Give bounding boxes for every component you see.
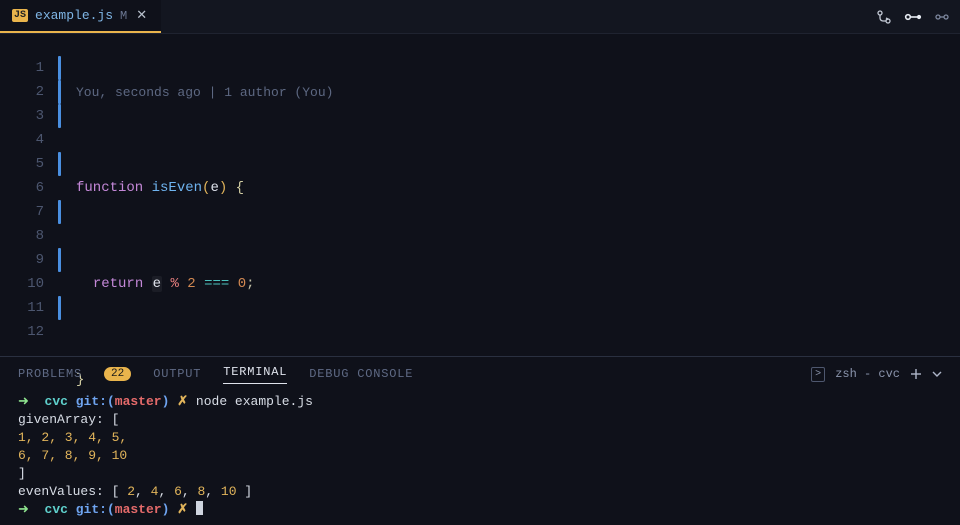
tab-problems[interactable]: PROBLEMS <box>18 367 82 381</box>
terminal-line: 6, 7, 8, 9, 10 <box>18 447 942 465</box>
line-number: 3 <box>0 104 44 128</box>
terminal-dropdown-icon[interactable] <box>932 369 942 379</box>
editor-tab-example-js[interactable]: JS example.js M ✕ <box>0 0 161 33</box>
open-changes-icon[interactable] <box>904 9 922 25</box>
terminal-line: ➜ cvc git:(master) ✗ node example.js <box>18 393 942 411</box>
tab-debug-console[interactable]: DEBUG CONSOLE <box>309 367 413 381</box>
bottom-panel: PROBLEMS 22 OUTPUT TERMINAL DEBUG CONSOL… <box>0 356 960 525</box>
tab-output[interactable]: OUTPUT <box>153 367 201 381</box>
line-number: 9 <box>0 248 44 272</box>
terminal-line: ] <box>18 465 942 483</box>
js-file-icon: JS <box>12 9 28 22</box>
line-number: 5 <box>0 152 44 176</box>
code-editor[interactable]: 1 2 3 4 5 6 7 8 9 10 11 12 You, seconds … <box>0 34 960 356</box>
editor-actions <box>876 0 960 33</box>
line-number: 4 <box>0 128 44 152</box>
line-number: 2 <box>0 80 44 104</box>
code-area[interactable]: You, seconds ago | 1 author (You) functi… <box>62 34 960 356</box>
terminal-line: ➜ cvc git:(master) ✗ <box>18 501 942 519</box>
line-number-gutter: 1 2 3 4 5 6 7 8 9 10 11 12 <box>0 34 58 356</box>
tab-bar: JS example.js M ✕ <box>0 0 960 34</box>
line-number: 7 <box>0 200 44 224</box>
terminal-line: evenValues: [ 2, 4, 6, 8, 10 ] <box>18 483 942 501</box>
terminal-selector[interactable]: zsh - cvc <box>835 367 900 381</box>
tab-terminal[interactable]: TERMINAL <box>223 365 287 384</box>
terminal-output[interactable]: ➜ cvc git:(master) ✗ node example.js giv… <box>0 391 960 525</box>
line-number: 12 <box>0 320 44 344</box>
tab-filename: example.js <box>35 8 113 23</box>
line-number: 8 <box>0 224 44 248</box>
code-line[interactable]: function isEven(e) { <box>76 176 960 200</box>
git-blame-annotation: You, seconds ago | 1 author (You) <box>76 82 960 104</box>
more-actions-icon[interactable] <box>934 9 950 25</box>
line-number: 6 <box>0 176 44 200</box>
line-number: 10 <box>0 272 44 296</box>
terminal-launch-icon[interactable]: > <box>811 367 825 382</box>
compare-changes-icon[interactable] <box>876 9 892 25</box>
tab-close-icon[interactable]: ✕ <box>134 8 149 23</box>
terminal-cursor <box>196 501 203 515</box>
new-terminal-icon[interactable] <box>910 368 922 380</box>
terminal-line: 1, 2, 3, 4, 5, <box>18 429 942 447</box>
line-number: 11 <box>0 296 44 320</box>
tab-modified-badge: M <box>120 9 127 23</box>
panel-tab-bar: PROBLEMS 22 OUTPUT TERMINAL DEBUG CONSOL… <box>0 357 960 391</box>
problems-count-badge: 22 <box>104 367 131 381</box>
terminal-line: givenArray: [ <box>18 411 942 429</box>
line-number: 1 <box>0 56 44 80</box>
code-line[interactable]: return e % 2 === 0; <box>76 272 960 296</box>
